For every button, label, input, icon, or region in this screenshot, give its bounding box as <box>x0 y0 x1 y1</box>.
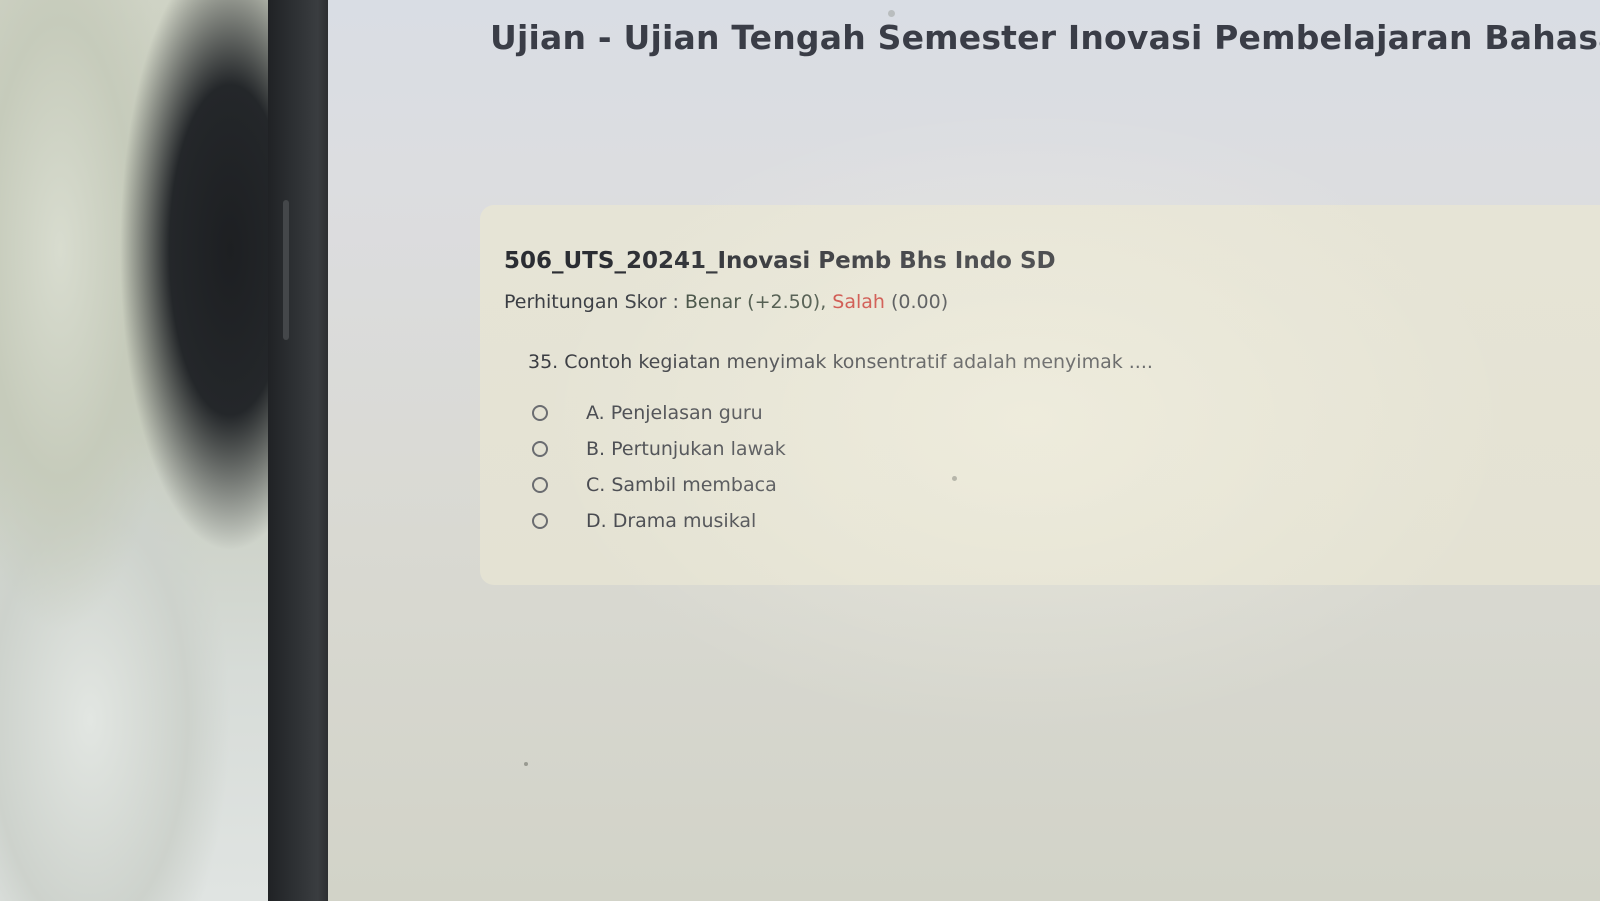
option-d[interactable]: D. Drama musikal <box>532 503 786 539</box>
course-title: 506_UTS_20241_Inovasi Pemb Bhs Indo SD <box>504 248 1056 274</box>
screen-dust-speck <box>524 762 528 766</box>
option-c[interactable]: C. Sambil membaca <box>532 467 786 503</box>
score-prefix: Perhitungan Skor : <box>504 291 685 313</box>
radio-button-d[interactable] <box>532 513 548 529</box>
question-card: 506_UTS_20241_Inovasi Pemb Bhs Indo SD P… <box>480 205 1600 585</box>
option-b[interactable]: B. Pertunjukan lawak <box>532 431 786 467</box>
radio-button-c[interactable] <box>532 477 548 493</box>
question-text: 35. Contoh kegiatan menyimak konsentrati… <box>528 351 1153 373</box>
score-correct: Benar (+2.50), <box>684 291 827 313</box>
radio-button-a[interactable] <box>532 405 548 421</box>
option-c-label[interactable]: C. Sambil membaca <box>586 474 777 496</box>
option-a[interactable]: A. Penjelasan guru <box>532 395 786 431</box>
screen-dust-speck <box>952 476 957 481</box>
score-wrong-value: (0.00) <box>891 291 949 313</box>
screen-dust-speck <box>888 10 895 17</box>
score-calculation: Perhitungan Skor : Benar (+2.50), Salah … <box>504 291 948 313</box>
monitor-bezel-highlight <box>283 200 289 340</box>
exam-title: Ujian - Ujian Tengah Semester Inovasi Pe… <box>490 18 1600 57</box>
option-d-label[interactable]: D. Drama musikal <box>586 510 756 532</box>
monitor-screen: Ujian - Ujian Tengah Semester Inovasi Pe… <box>328 0 1600 901</box>
radio-button-b[interactable] <box>532 441 548 457</box>
option-a-label[interactable]: A. Penjelasan guru <box>586 402 763 424</box>
monitor-bezel <box>268 0 330 901</box>
photo-scene: Ujian - Ujian Tengah Semester Inovasi Pe… <box>0 0 1600 901</box>
option-b-label[interactable]: B. Pertunjukan lawak <box>586 438 786 460</box>
score-wrong-label: Salah <box>832 291 885 313</box>
answer-options: A. Penjelasan guru B. Pertunjukan lawak … <box>532 395 786 539</box>
